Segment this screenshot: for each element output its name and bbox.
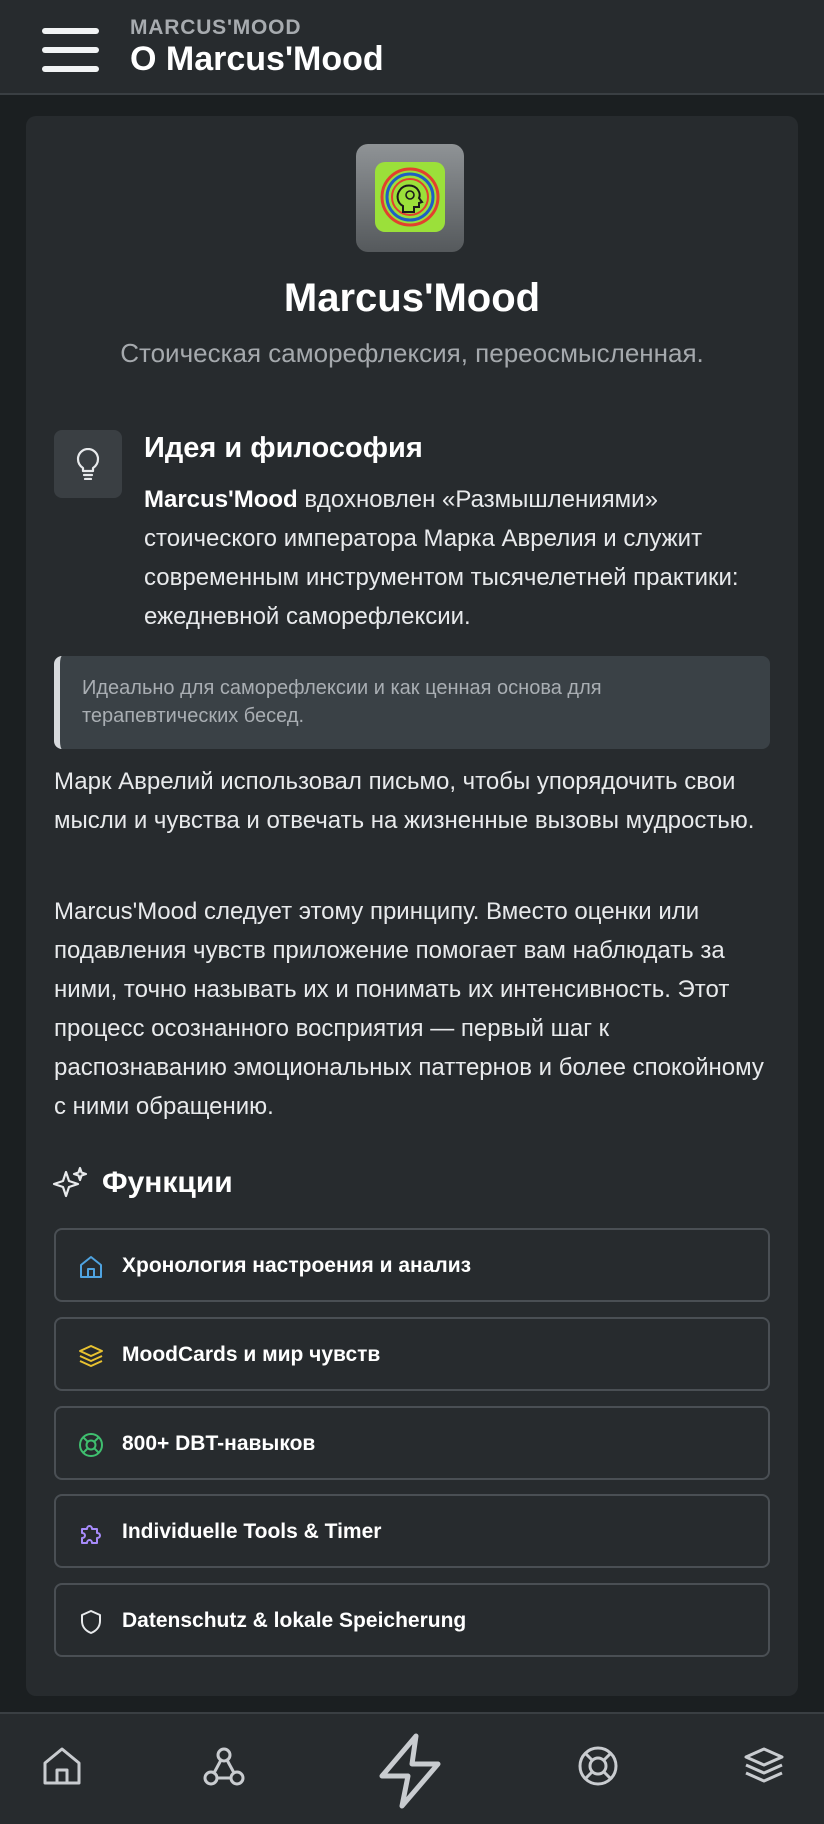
feature-label: Individuelle Tools & Timer [122, 1520, 382, 1543]
nav-layers-icon[interactable] [742, 1744, 786, 1788]
home-icon [80, 1256, 102, 1278]
feature-privacy[interactable]: Datenschutz & lokale Speicherung [54, 1583, 770, 1657]
lightbulb-icon [54, 430, 122, 498]
nav-zap-icon[interactable] [374, 1732, 446, 1810]
layers-icon [79, 1345, 103, 1367]
app-tagline: Стоическая саморефлексия, переосмысленна… [120, 338, 704, 368]
app-logo-icon [375, 162, 445, 232]
feature-label: 800+ DBT-навыков [122, 1432, 316, 1455]
feature-dbt-skills[interactable]: 800+ DBT-навыков [54, 1406, 770, 1480]
feature-label: Datenschutz & lokale Speicherung [122, 1609, 467, 1632]
app-header: MARCUS'MOOD O Marcus'Mood [0, 0, 824, 95]
nav-home-icon[interactable] [40, 1744, 84, 1788]
paragraph-2: Marcus'Mood следует этому принципу. Вмес… [54, 898, 764, 1120]
philosophy-intro: Marcus'Mood вдохновлен «Размышлениями» с… [144, 480, 764, 636]
features-title: Функции [102, 1166, 233, 1199]
menu-icon[interactable] [42, 26, 102, 74]
about-card: Marcus'Mood Стоическая саморефлексия, пе… [26, 116, 798, 1696]
app-logo [356, 144, 464, 252]
header-kicker: MARCUS'MOOD [130, 16, 302, 39]
intro-bold: Marcus'Mood [144, 486, 298, 513]
paragraph-1: Марк Аврелий использовал письмо, чтобы у… [54, 768, 755, 834]
app-name: Marcus'Mood [283, 276, 541, 320]
lifebuoy-icon [79, 1433, 103, 1457]
feature-mood-timeline[interactable]: Хронология настроения и анализ [54, 1228, 770, 1302]
philosophy-title: Идея и философия [144, 432, 423, 464]
nav-webhook-icon[interactable] [202, 1744, 246, 1788]
puzzle-icon [81, 1525, 101, 1544]
nav-lifebuoy-icon[interactable] [576, 1744, 620, 1788]
sparkles-icon [52, 1166, 88, 1198]
shield-icon [81, 1610, 101, 1634]
feature-moodcards[interactable]: MoodCards и мир чувств [54, 1317, 770, 1391]
feature-label: MoodCards и мир чувств [122, 1343, 381, 1366]
page-title: O Marcus'Mood [130, 40, 384, 78]
feature-tools-timer[interactable]: Individuelle Tools & Timer [54, 1494, 770, 1568]
quote-block: Идеально для саморефлексии и как ценная … [54, 656, 770, 749]
bottom-nav [0, 1712, 824, 1824]
feature-label: Хронология настроения и анализ [122, 1254, 472, 1277]
